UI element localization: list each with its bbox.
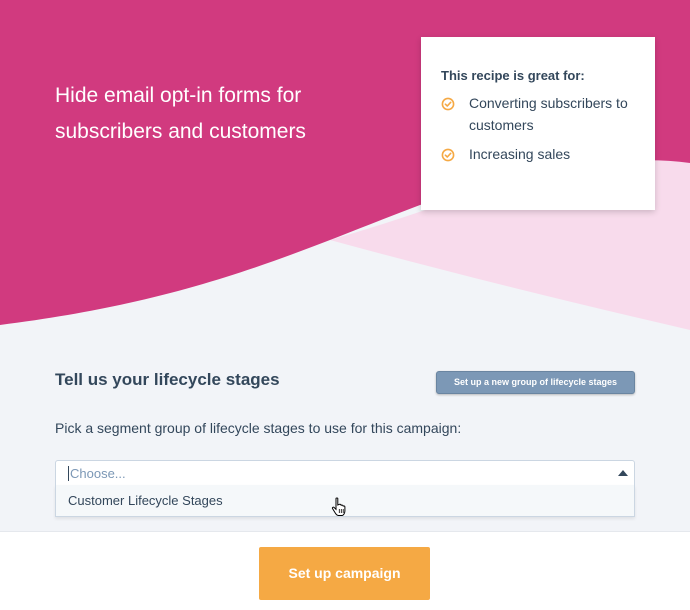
caret-up-icon[interactable] bbox=[618, 470, 628, 476]
footer-bar: Set up campaign bbox=[0, 531, 690, 610]
recipe-card: This recipe is great for: Converting sub… bbox=[421, 37, 655, 210]
new-lifecycle-group-button[interactable]: Set up a new group of lifecycle stages bbox=[436, 371, 635, 394]
check-circle-icon bbox=[441, 148, 455, 162]
hero-title: Hide email opt-in forms for subscribers … bbox=[55, 84, 306, 143]
segment-instruction: Pick a segment group of lifecycle stages… bbox=[55, 420, 462, 436]
benefit-label: Increasing sales bbox=[469, 146, 571, 162]
setup-campaign-button[interactable]: Set up campaign bbox=[259, 547, 430, 600]
benefit-item: Increasing sales bbox=[441, 146, 635, 165]
select-search-input[interactable]: Choose... bbox=[68, 466, 126, 481]
hand-pointer-icon bbox=[331, 497, 346, 516]
check-circle-icon bbox=[441, 97, 455, 111]
recipe-card-title: This recipe is great for: bbox=[441, 68, 585, 83]
benefit-label: Converting subscribers to customers bbox=[469, 95, 628, 133]
lifecycle-section-title: Tell us your lifecycle stages bbox=[55, 370, 280, 389]
benefit-item: Converting subscribers to customers bbox=[441, 95, 635, 136]
lifecycle-group-select[interactable]: Choose... bbox=[55, 460, 635, 486]
